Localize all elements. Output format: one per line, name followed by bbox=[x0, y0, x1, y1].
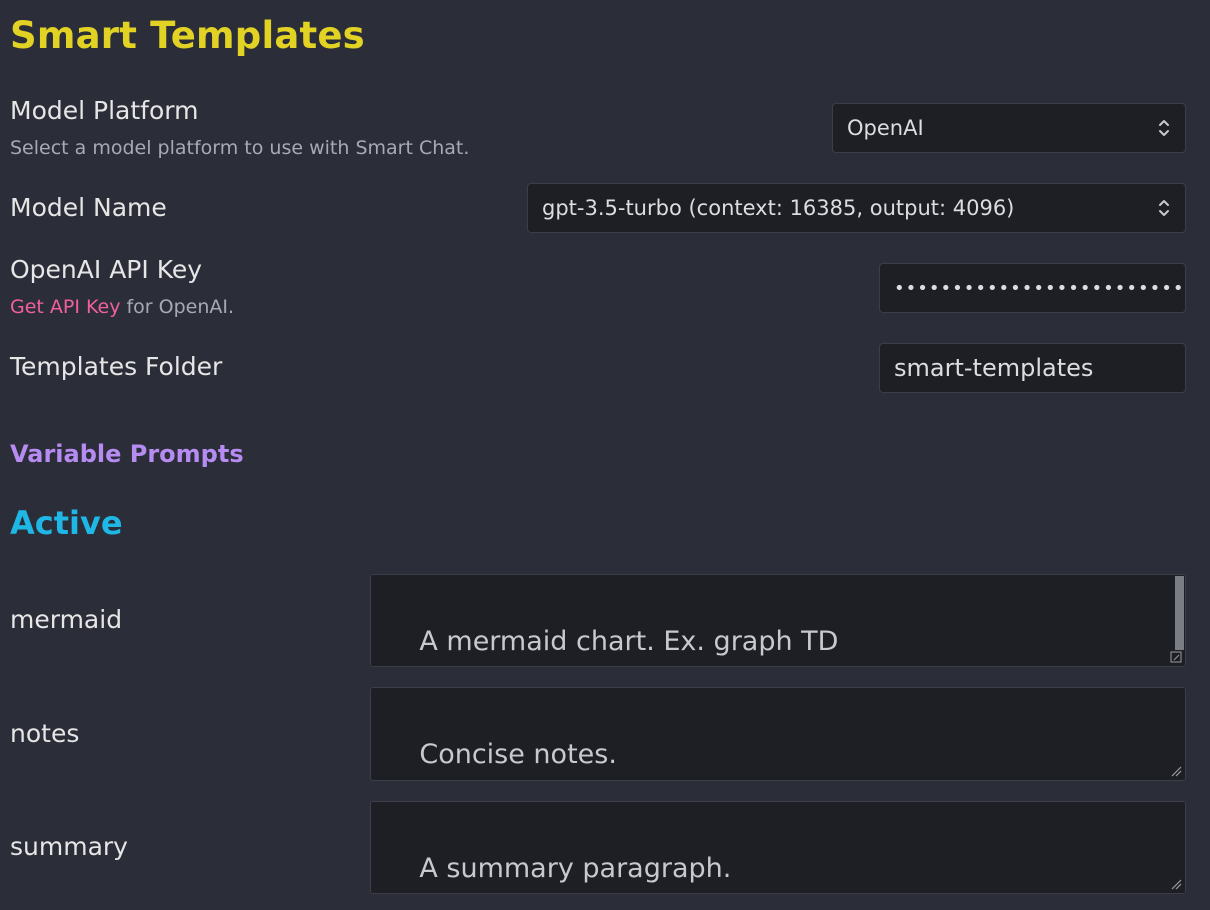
prompt-textarea-summary[interactable]: A summary paragraph. bbox=[370, 801, 1186, 894]
prompt-text-summary: A summary paragraph. bbox=[419, 853, 732, 884]
resize-handle-icon[interactable] bbox=[1170, 878, 1182, 890]
model-platform-value: OpenAI bbox=[847, 116, 924, 140]
page-title: Smart Templates bbox=[10, 14, 365, 57]
api-key-desc-suffix: for OpenAI. bbox=[120, 296, 235, 318]
templates-folder-input[interactable]: smart-templates bbox=[879, 343, 1186, 393]
model-name-value: gpt-3.5-turbo (context: 16385, output: 4… bbox=[542, 196, 1015, 220]
resize-handle-icon[interactable] bbox=[1170, 765, 1182, 777]
templates-folder-label: Templates Folder bbox=[10, 352, 223, 381]
model-name-label: Model Name bbox=[10, 193, 167, 222]
get-api-key-link[interactable]: Get API Key bbox=[10, 296, 120, 318]
prompt-textarea-notes[interactable]: Concise notes. bbox=[370, 687, 1186, 781]
chevron-up-down-icon bbox=[1159, 120, 1169, 136]
variable-prompts-heading: Variable Prompts bbox=[10, 440, 244, 468]
variable-name-mermaid: mermaid bbox=[10, 605, 123, 634]
active-heading: Active bbox=[10, 504, 123, 542]
model-platform-description: Select a model platform to use with Smar… bbox=[10, 137, 470, 159]
prompt-textarea-mermaid[interactable]: A mermaid chart. Ex. graph TD A --> B bbox=[370, 574, 1186, 667]
resize-handle-icon[interactable] bbox=[1170, 651, 1182, 663]
settings-page: Smart Templates Model Platform Select a … bbox=[0, 0, 1210, 910]
chevron-up-down-icon bbox=[1159, 200, 1169, 216]
model-name-select[interactable]: gpt-3.5-turbo (context: 16385, output: 4… bbox=[527, 183, 1186, 233]
prompt-text-mermaid: A mermaid chart. Ex. graph TD A --> B bbox=[385, 626, 839, 666]
prompt-text-notes: Concise notes. bbox=[419, 739, 617, 770]
api-key-input[interactable]: •••••••••••••••••••••••••••••••••• bbox=[879, 263, 1186, 313]
api-key-description: Get API Key for OpenAI. bbox=[10, 296, 234, 318]
variable-name-summary: summary bbox=[10, 832, 128, 861]
api-key-label: OpenAI API Key bbox=[10, 255, 203, 284]
textarea-scrollbar[interactable] bbox=[1175, 576, 1184, 650]
model-platform-select[interactable]: OpenAI bbox=[832, 103, 1186, 153]
model-platform-label: Model Platform bbox=[10, 96, 199, 125]
variable-name-notes: notes bbox=[10, 719, 80, 748]
